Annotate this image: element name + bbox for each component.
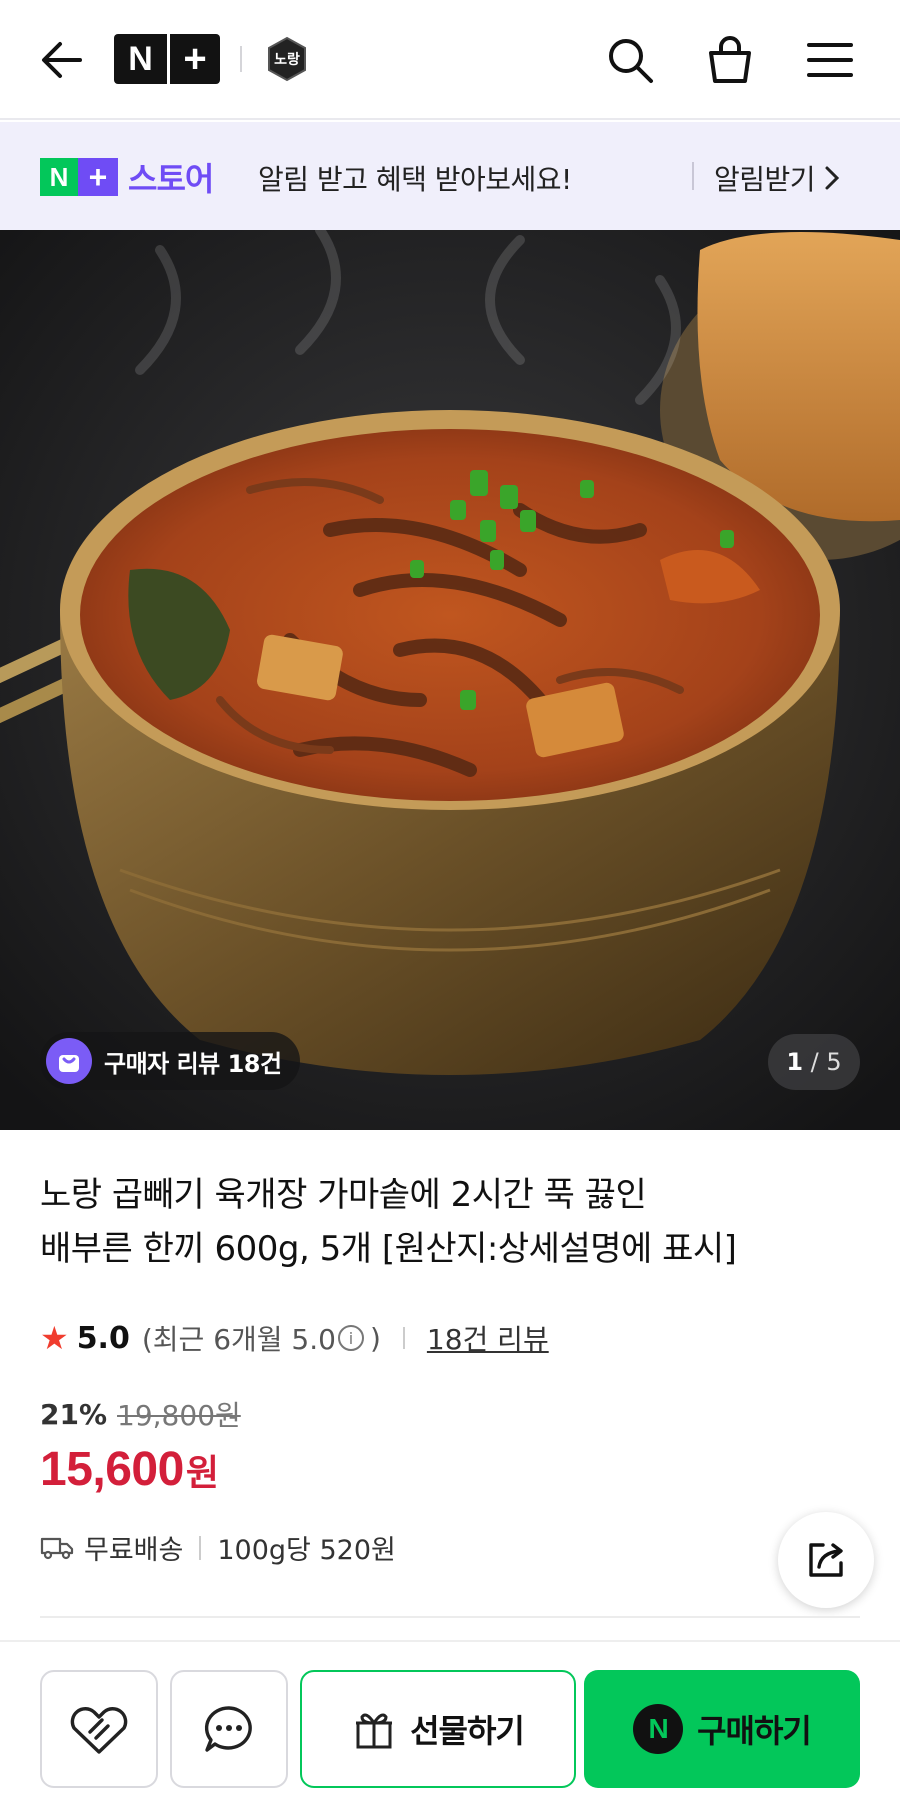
rating-recent-close: ) xyxy=(369,1321,381,1355)
product-title-line2: 배부른 한끼 600g, 5개 [원산지:상세설명에 표시] xyxy=(40,1229,737,1269)
header-divider xyxy=(240,46,242,72)
truck-icon xyxy=(40,1537,74,1559)
rating-score: 5.0 xyxy=(76,1320,130,1356)
search-icon xyxy=(609,39,653,83)
image-page-indicator: 1 / 5 xyxy=(768,1034,860,1090)
page-current: 1 xyxy=(786,1048,804,1076)
buyer-review-chip[interactable]: 구매자 리뷰 18건 xyxy=(40,1032,300,1090)
rating-row: ★ 5.0 (최근 6개월 5.0 i ) 18건 리뷰 xyxy=(40,1318,549,1358)
review-count-link[interactable]: 18건 리뷰 xyxy=(427,1318,549,1358)
banner-logo-n: N xyxy=(40,158,78,196)
product-title: 노랑 곱빼기 육개장 가마솥에 2시간 푹 끓인 배부른 한끼 600g, 5개… xyxy=(40,1168,860,1276)
shipping-row: 무료배송 100g당 520원 xyxy=(40,1528,396,1567)
product-photo xyxy=(0,230,900,1130)
buyer-review-label: 구매자 리뷰 18건 xyxy=(104,1049,282,1078)
wishlist-button[interactable] xyxy=(40,1670,158,1788)
info-icon[interactable]: i xyxy=(337,1325,364,1351)
buy-button[interactable]: N 구매하기 xyxy=(584,1670,860,1788)
gift-button[interactable]: 선물하기 xyxy=(300,1670,576,1788)
shipping-divider xyxy=(199,1535,202,1560)
sale-price: 15,600 원 xyxy=(40,1442,219,1497)
notify-label: 알림받기 xyxy=(714,163,816,196)
shopping-bag-icon xyxy=(46,1038,92,1084)
rating-divider xyxy=(402,1327,405,1349)
menu-icon xyxy=(807,43,853,77)
brand-logo-text: 노랑 xyxy=(274,52,300,68)
nplus-store-logo: N + xyxy=(40,158,118,196)
sale-price-value: 15,600 xyxy=(40,1443,184,1496)
chat-button[interactable] xyxy=(170,1670,288,1788)
sale-price-unit: 원 xyxy=(185,1452,219,1493)
back-button[interactable] xyxy=(36,34,88,86)
chevron-right-icon xyxy=(825,166,840,190)
unit-price: 100g당 520원 xyxy=(217,1535,396,1566)
share-button[interactable] xyxy=(778,1512,874,1608)
cart-button[interactable] xyxy=(700,30,760,90)
original-price: 19,800원 xyxy=(117,1399,241,1432)
product-title-line1: 노랑 곱빼기 육개장 가마솥에 2시간 푹 끓인 xyxy=(40,1175,647,1215)
chat-bubble-icon xyxy=(204,1706,252,1752)
naver-plus-logo[interactable]: N + xyxy=(114,34,220,84)
shipping-label: 무료배송 xyxy=(84,1535,184,1566)
discount-row: 21% 19,800원 xyxy=(40,1394,241,1434)
notify-button[interactable]: 알림받기 xyxy=(714,158,841,198)
menu-button[interactable] xyxy=(800,30,860,90)
search-button[interactable] xyxy=(600,30,660,90)
gift-label: 선물하기 xyxy=(410,1712,525,1750)
product-image-carousel[interactable] xyxy=(0,230,900,1130)
page-total: / 5 xyxy=(810,1048,842,1076)
discount-percent: 21% xyxy=(40,1397,108,1431)
buy-label: 구매하기 xyxy=(697,1712,812,1750)
back-arrow-icon xyxy=(42,42,82,78)
banner-divider xyxy=(692,162,694,190)
banner-logo-plus: + xyxy=(78,158,118,196)
share-icon xyxy=(809,1543,843,1577)
nplus-n: N xyxy=(128,39,153,78)
nplus-plus: + xyxy=(183,37,207,81)
notification-banner[interactable]: N + 스토어 알림 받고 혜택 받아보세요! 알림받기 xyxy=(0,122,900,230)
store-label: 스토어 xyxy=(128,160,214,198)
naver-pay-icon: N xyxy=(633,1704,684,1754)
cart-icon xyxy=(709,36,751,83)
rating-recent: (최근 6개월 5.0 xyxy=(141,1323,336,1356)
heart-icon xyxy=(70,1707,128,1754)
star-icon: ★ xyxy=(40,1319,69,1357)
banner-message: 알림 받고 혜택 받아보세요! xyxy=(258,163,572,196)
content-divider xyxy=(40,1616,860,1618)
gift-icon xyxy=(356,1713,393,1749)
